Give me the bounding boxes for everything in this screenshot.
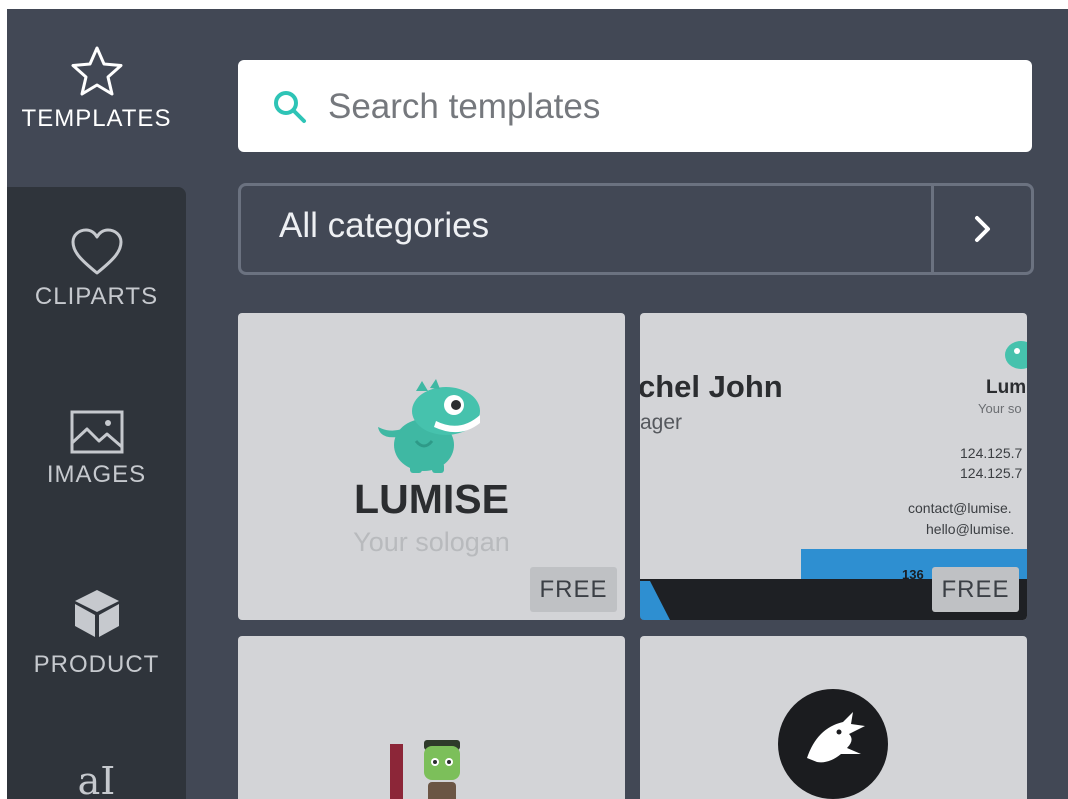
sidebar-item-label: TEMPLATES <box>21 105 172 132</box>
app-window: TEMPLATES CLIPARTS IMAGES PRODUCT aI Sea… <box>7 9 1068 799</box>
sidebar-item-text[interactable]: aI <box>7 761 186 799</box>
dragon-logo <box>778 689 888 799</box>
free-badge: FREE <box>932 567 1019 612</box>
category-label: All categories <box>279 206 490 245</box>
template-card[interactable]: chel John ager Lum Your so 124.125.7 124… <box>640 313 1027 620</box>
sidebar-item-label: IMAGES <box>46 461 147 488</box>
card-email: contact@lumise. <box>908 500 1012 516</box>
category-select[interactable]: All categories <box>238 183 1034 275</box>
card-phone: 124.125.7 <box>960 465 1023 481</box>
text-icon: aI <box>77 759 116 799</box>
heart-icon <box>71 228 122 275</box>
frankenstein-mascot <box>424 740 460 799</box>
sidebar-item-product[interactable]: PRODUCT <box>7 587 186 679</box>
template-subtitle: Your sologan <box>353 527 510 557</box>
sidebar-item-images[interactable]: IMAGES <box>7 409 186 489</box>
card-name: chel John <box>640 369 783 404</box>
cube-icon <box>74 590 119 637</box>
sidebar-item-cliparts[interactable]: CLIPARTS <box>7 227 186 311</box>
search-box[interactable] <box>238 60 1032 152</box>
card-brand: Lum <box>986 377 1027 398</box>
template-card[interactable]: LUMISE Your sologan FREE <box>238 313 625 620</box>
decorative-bar <box>390 744 403 799</box>
image-icon <box>70 410 123 454</box>
star-icon <box>71 46 122 96</box>
dinosaur-mini-logo <box>1005 341 1027 369</box>
card-brand-sub: Your so <box>978 401 1022 416</box>
search-icon <box>274 91 306 123</box>
dinosaur-mascot <box>378 379 480 473</box>
free-badge: FREE <box>530 567 617 612</box>
template-card[interactable] <box>640 636 1027 799</box>
category-divider <box>931 186 934 272</box>
card-email: hello@lumise. <box>926 521 1015 537</box>
sidebar-item-label: CLIPARTS <box>34 283 159 310</box>
search-input[interactable] <box>326 78 1010 136</box>
card-role: ager <box>640 411 683 434</box>
card-phone: 124.125.7 <box>960 445 1023 461</box>
sidebar-item-label: PRODUCT <box>33 651 160 678</box>
template-card[interactable] <box>238 636 625 799</box>
sidebar-item-templates[interactable]: TEMPLATES <box>7 45 186 133</box>
template-title: LUMISE <box>354 476 509 522</box>
chevron-right-icon[interactable] <box>971 214 995 244</box>
